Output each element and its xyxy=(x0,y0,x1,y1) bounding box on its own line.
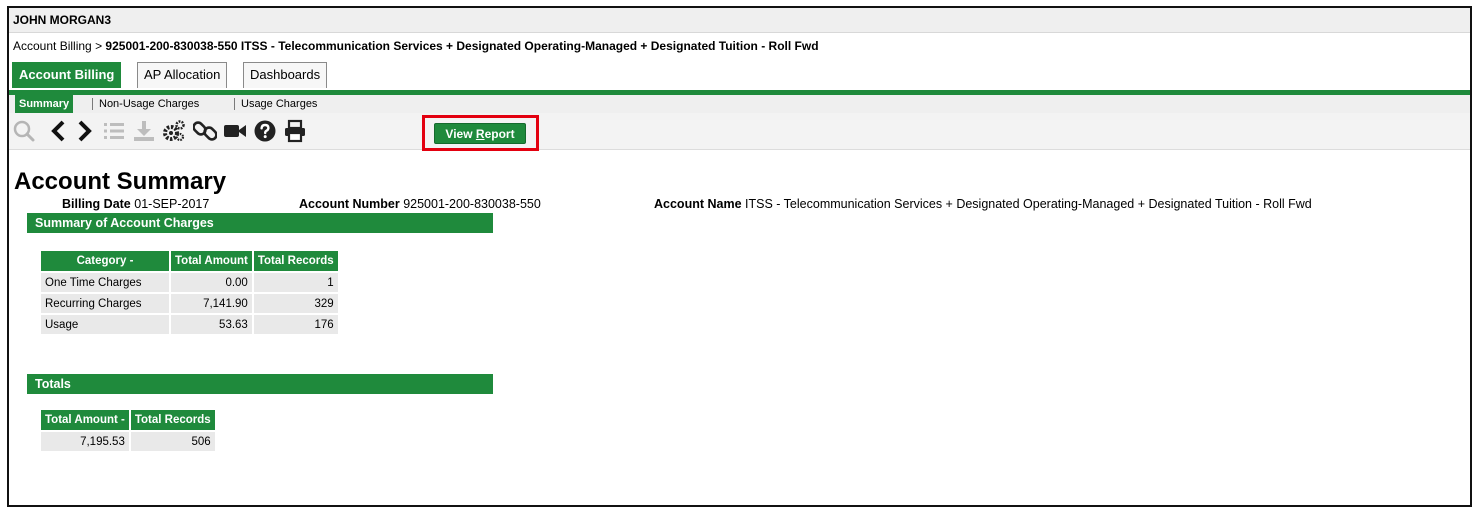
column-header-total-records[interactable]: Total Records xyxy=(253,251,338,271)
tab-ap-allocation[interactable]: AP Allocation xyxy=(137,62,228,88)
print-icon[interactable] xyxy=(283,119,307,143)
view-report-button[interactable]: View Report xyxy=(434,123,526,144)
link-icon[interactable] xyxy=(193,119,217,143)
chevron-right-icon[interactable] xyxy=(72,119,96,143)
account-number-info: Account Number 925001-200-830038-550 xyxy=(299,197,541,211)
subtab-summary[interactable]: Summary xyxy=(15,95,74,113)
breadcrumb-separator: > xyxy=(95,39,103,53)
cell-total-records: 329 xyxy=(253,294,338,313)
column-header-category[interactable]: Category - xyxy=(41,251,169,271)
page-title: Account Summary xyxy=(14,168,227,195)
account-name-value: ITSS - Telecommunication Services + Desi… xyxy=(745,197,1312,211)
cell-category: Recurring Charges xyxy=(41,294,169,313)
cell-category: One Time Charges xyxy=(41,273,169,292)
sub-tabs: Summary Non-Usage Charges Usage Charges xyxy=(9,95,1470,113)
account-number-value: 925001-200-830038-550 xyxy=(403,197,541,211)
subtab-non-usage-charges[interactable]: Non-Usage Charges xyxy=(95,95,203,113)
search-icon[interactable] xyxy=(12,119,36,143)
breadcrumb: Account Billing > 925001-200-830038-550 … xyxy=(9,33,1470,60)
subtab-divider xyxy=(234,98,235,110)
cell-total-amount: 53.63 xyxy=(171,315,252,334)
cell-total-records: 176 xyxy=(253,315,338,334)
charges-table: Category - Total Amount Total Records On… xyxy=(39,249,340,336)
cell-total-amount: 7,141.90 xyxy=(171,294,252,313)
chevron-left-icon[interactable] xyxy=(47,119,71,143)
cell-total-amount: 0.00 xyxy=(171,273,252,292)
app-window: JOHN MORGAN3 Account Billing > 925001-20… xyxy=(7,6,1472,507)
section-summary-of-account-charges: Summary of Account Charges xyxy=(27,213,493,233)
account-name-info: Account Name ITSS - Telecommunication Se… xyxy=(654,197,1312,211)
list-icon[interactable] xyxy=(102,119,126,143)
table-row: One Time Charges 0.00 1 xyxy=(41,273,338,292)
column-header-total-amount[interactable]: Total Amount - xyxy=(41,410,129,430)
settings-icon[interactable] xyxy=(162,119,186,143)
table-header-row: Category - Total Amount Total Records xyxy=(41,251,338,271)
view-report-label: View xyxy=(445,127,476,141)
account-number-label: Account Number xyxy=(299,197,400,211)
table-row: Usage 53.63 176 xyxy=(41,315,338,334)
subtab-usage-charges[interactable]: Usage Charges xyxy=(237,95,321,113)
section-totals: Totals xyxy=(27,374,493,394)
video-icon[interactable] xyxy=(223,119,247,143)
account-name-label: Account Name xyxy=(654,197,742,211)
breadcrumb-parent[interactable]: Account Billing xyxy=(13,39,92,53)
tab-account-billing[interactable]: Account Billing xyxy=(12,62,122,88)
main-content: Account Summary Billing Date 01-SEP-2017… xyxy=(9,150,1470,466)
table-row: Recurring Charges 7,141.90 329 xyxy=(41,294,338,313)
view-report-label-end: eport xyxy=(484,127,515,141)
billing-date-label: Billing Date xyxy=(62,197,131,211)
column-header-total-amount[interactable]: Total Amount xyxy=(171,251,252,271)
user-name: JOHN MORGAN3 xyxy=(9,8,1470,33)
view-report-accesskey: R xyxy=(475,127,485,141)
breadcrumb-current: 925001-200-830038-550 ITSS - Telecommuni… xyxy=(105,39,819,53)
table-header-row: Total Amount - Total Records xyxy=(41,410,215,430)
cell-category: Usage xyxy=(41,315,169,334)
billing-date-value: 01-SEP-2017 xyxy=(134,197,210,211)
billing-date-info: Billing Date 01-SEP-2017 xyxy=(62,197,209,211)
totals-table: Total Amount - Total Records 7,195.53 50… xyxy=(39,408,217,453)
cell-total-records: 506 xyxy=(130,432,215,451)
help-icon[interactable] xyxy=(253,119,277,143)
column-header-total-records[interactable]: Total Records xyxy=(130,410,215,430)
download-icon[interactable] xyxy=(132,119,156,143)
toolbar: View Report xyxy=(9,113,1470,151)
cell-total-records: 1 xyxy=(253,273,338,292)
subtab-divider xyxy=(92,98,93,110)
cell-total-amount: 7,195.53 xyxy=(41,432,129,451)
tab-dashboards[interactable]: Dashboards xyxy=(243,62,328,88)
table-row: 7,195.53 506 xyxy=(41,432,215,451)
main-tabs: Account Billing AP Allocation Dashboards xyxy=(9,60,1470,90)
